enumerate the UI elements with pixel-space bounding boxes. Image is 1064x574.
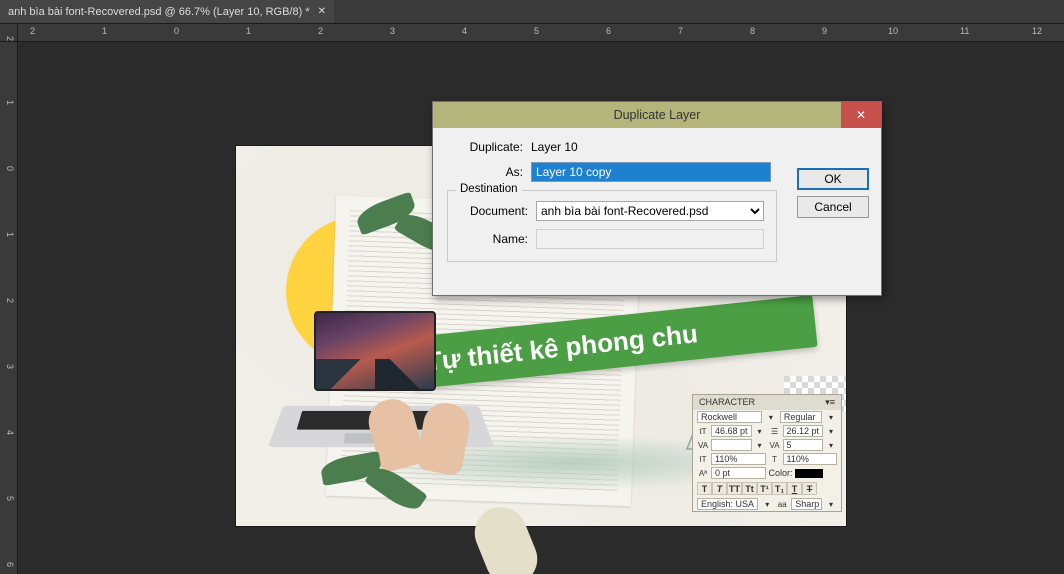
horizontal-ruler[interactable]: 2 1 0 1 2 3 4 5 6 7 8 9 10 11 12 (18, 24, 1064, 42)
close-icon: ✕ (856, 108, 866, 122)
vscale-icon: IT (697, 454, 709, 464)
vertical-ruler[interactable]: 2 1 0 1 2 3 4 5 6 (0, 42, 18, 574)
ok-button[interactable]: OK (797, 168, 869, 190)
italic-button[interactable]: T (712, 482, 727, 495)
ruler-tick: 5 (534, 26, 539, 36)
name-input (536, 229, 764, 249)
chevron-down-icon[interactable]: ▾ (754, 440, 766, 450)
destination-fieldset: Destination Document: anh bìa bài font-R… (447, 190, 777, 262)
smallcaps-button[interactable]: Tt (742, 482, 757, 495)
ruler-tick: 1 (102, 26, 107, 36)
ruler-tick: 2 (5, 36, 15, 41)
color-label: Color: (769, 468, 793, 478)
ruler-tick: 11 (960, 26, 969, 36)
font-weight-select[interactable]: Regular (780, 411, 822, 423)
ruler-tick: 1 (246, 26, 251, 36)
ruler-tick: 4 (462, 26, 467, 36)
font-family-select[interactable]: Rockwell (697, 411, 762, 423)
panel-menu-icon[interactable]: ▾≡ (825, 397, 835, 408)
chevron-down-icon[interactable]: ▾ (754, 426, 766, 436)
allcaps-button[interactable]: TT (727, 482, 742, 495)
leading-input[interactable]: 26.12 pt (783, 425, 824, 437)
bold-button[interactable]: T (697, 482, 712, 495)
document-tab-bar: anh bìa bài font-Recovered.psd @ 66.7% (… (0, 0, 1064, 24)
dialog-titlebar[interactable]: Duplicate Layer ✕ (433, 102, 881, 128)
color-swatch[interactable] (795, 469, 823, 478)
document-select[interactable]: anh bìa bài font-Recovered.psd (536, 201, 764, 221)
vscale-input[interactable]: 110% (711, 453, 766, 465)
kerning-input[interactable] (711, 439, 752, 451)
superscript-button[interactable]: T¹ (757, 482, 772, 495)
ruler-tick: 4 (5, 430, 15, 435)
hscale-input[interactable]: 110% (783, 453, 838, 465)
font-size-input[interactable]: 46.68 pt (711, 425, 752, 437)
ruler-tick: 3 (5, 364, 15, 369)
ruler-tick: 6 (5, 562, 15, 567)
character-panel-header[interactable]: CHARACTER ▾≡ (693, 395, 841, 410)
aa-icon: aa (776, 499, 788, 509)
type-style-row: T T TT Tt T¹ T₁ T T (693, 480, 841, 497)
close-icon[interactable]: ✕ (318, 6, 326, 17)
duplicate-label: Duplicate: (447, 140, 523, 154)
ruler-tick: 8 (750, 26, 755, 36)
cancel-button[interactable]: Cancel (797, 196, 869, 218)
chevron-down-icon[interactable]: ▾ (765, 412, 777, 422)
arm-right (467, 499, 545, 574)
duplicate-layer-dialog: Duplicate Layer ✕ Duplicate: Layer 10 As… (432, 101, 882, 296)
ruler-tick: 10 (888, 26, 898, 36)
baseline-input[interactable]: 0 pt (711, 467, 766, 479)
document-tab-title: anh bìa bài font-Recovered.psd @ 66.7% (… (8, 6, 310, 18)
subscript-button[interactable]: T₁ (772, 482, 787, 495)
as-label: As: (447, 165, 523, 179)
language-select[interactable]: English: USA (697, 498, 758, 510)
ruler-tick: 2 (30, 26, 35, 36)
ruler-tick: 3 (390, 26, 395, 36)
duplicate-value: Layer 10 (531, 140, 867, 154)
ruler-tick: 0 (174, 26, 179, 36)
ruler-tick: 0 (5, 166, 15, 171)
tracking-input[interactable]: 5 (783, 439, 824, 451)
antialias-select[interactable]: Sharp (791, 498, 822, 510)
as-input[interactable] (531, 162, 771, 182)
strike-button[interactable]: T (802, 482, 817, 495)
chevron-down-icon[interactable]: ▾ (825, 499, 837, 509)
ruler-tick: 1 (5, 100, 15, 105)
dialog-close-button[interactable]: ✕ (841, 102, 881, 128)
ruler-tick: 1 (5, 232, 15, 237)
laptop-screen (314, 311, 436, 391)
underline-button[interactable]: T (787, 482, 802, 495)
document-label: Document: (458, 204, 528, 218)
tracking-icon: VA (769, 440, 781, 450)
leading-icon: ☰ (769, 426, 781, 436)
character-panel-title: CHARACTER (699, 397, 755, 408)
kerning-icon: VA (697, 440, 709, 450)
document-tab[interactable]: anh bìa bài font-Recovered.psd @ 66.7% (… (0, 0, 334, 23)
chevron-down-icon[interactable]: ▾ (761, 499, 773, 509)
ruler-tick: 9 (822, 26, 827, 36)
dialog-title: Duplicate Layer (614, 108, 701, 122)
ruler-tick: 2 (318, 26, 323, 36)
ruler-tick: 7 (678, 26, 683, 36)
destination-legend: Destination (456, 183, 522, 195)
hscale-icon: T (769, 454, 781, 464)
character-panel[interactable]: CHARACTER ▾≡ Rockwell ▾ Regular ▾ tT46.6… (692, 394, 842, 512)
ruler-tick: 6 (606, 26, 611, 36)
font-size-icon: tT (697, 426, 709, 436)
ruler-tick: 5 (5, 496, 15, 501)
laptop-image (276, 311, 486, 461)
ruler-tick: 2 (5, 298, 15, 303)
chevron-down-icon[interactable]: ▾ (825, 426, 837, 436)
ruler-tick: 12 (1032, 26, 1042, 36)
name-label: Name: (458, 232, 528, 246)
chevron-down-icon[interactable]: ▾ (825, 412, 837, 422)
baseline-icon: Aª (697, 468, 709, 478)
chevron-down-icon[interactable]: ▾ (825, 440, 837, 450)
